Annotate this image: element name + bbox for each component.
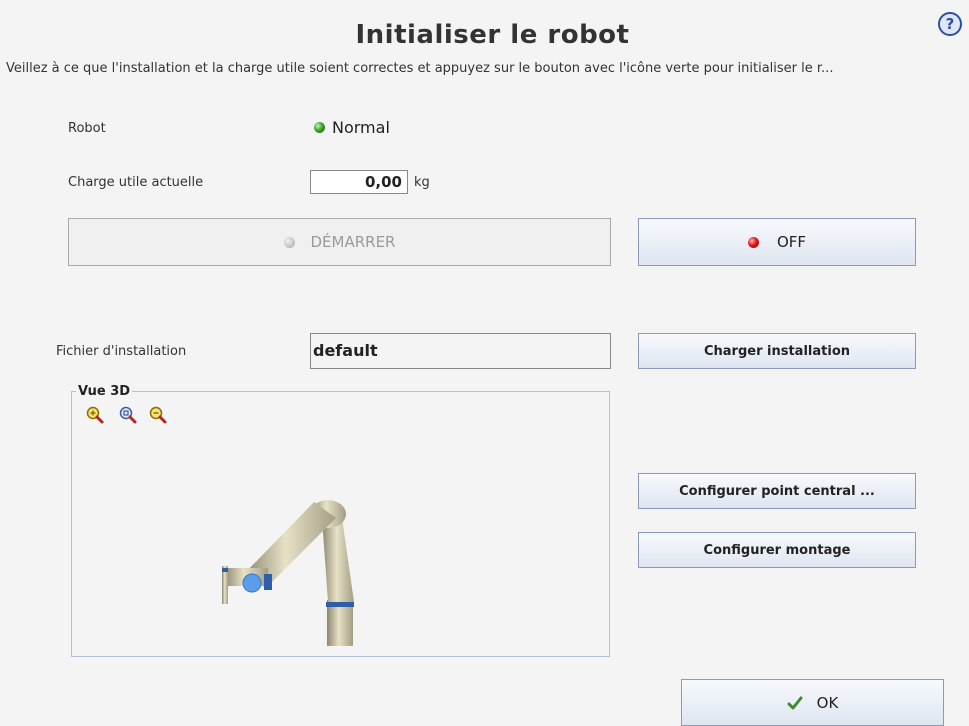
zoom-reset-icon[interactable] [119,406,137,424]
start-button-label: DÉMARRER [310,233,396,251]
ok-button[interactable]: OK [681,679,944,726]
zoom-out-icon[interactable] [149,406,167,424]
robot-status-text: Normal [332,118,390,137]
instructions-text: Veillez à ce que l'installation et la ch… [6,61,834,76]
zoom-in-icon[interactable] [86,406,104,424]
view3d-title: Vue 3D [76,384,133,399]
configure-tcp-button[interactable]: Configurer point central ... [638,473,916,509]
off-red-led-icon [747,236,759,248]
robot-status: Normal [314,118,390,137]
off-button[interactable]: OFF [638,218,916,266]
status-green-led-icon [314,122,325,133]
configure-mounting-button[interactable]: Configurer montage [638,532,916,568]
ok-button-label: OK [816,693,839,712]
checkmark-icon [787,696,803,709]
start-gray-led-icon [283,236,295,248]
robot-arm-model [222,500,354,646]
start-button[interactable]: DÉMARRER [68,218,611,266]
payload-input[interactable]: 0,00 [310,170,408,194]
installation-file-field: default [310,333,611,369]
payload-label: Charge utile actuelle [68,175,204,190]
off-button-label: OFF [776,233,807,251]
installation-file-label: Fichier d'installation [56,344,187,359]
load-installation-button[interactable]: Charger installation [638,333,916,369]
robot-label: Robot [68,121,106,136]
page-title: Initialiser le robot [355,20,630,50]
help-icon[interactable]: ? [938,12,962,36]
payload-unit: kg [414,175,430,190]
